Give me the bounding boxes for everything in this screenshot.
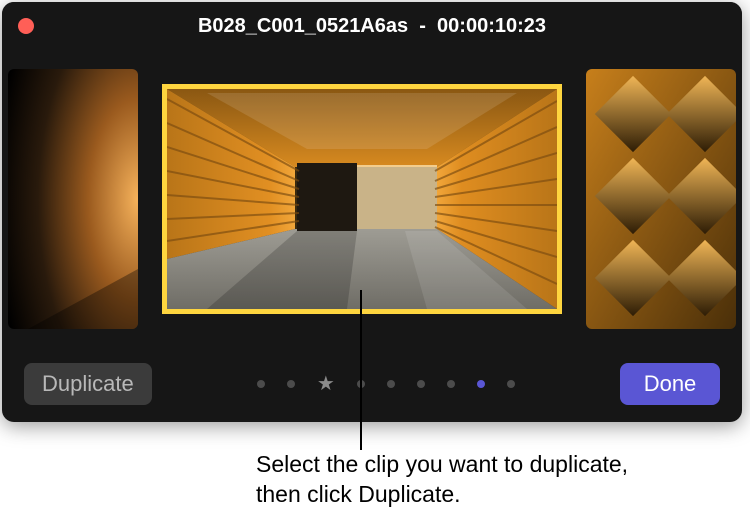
titlebar: B028_C001_0521A6as - 00:00:10:23 [2, 2, 742, 50]
selected-clip-thumbnail[interactable] [162, 84, 562, 314]
instruction-caption: Select the clip you want to duplicate, t… [256, 450, 676, 510]
pager-dot[interactable] [417, 380, 425, 388]
bottom-toolbar: Duplicate ★ Done [2, 356, 742, 412]
clip-carousel [2, 54, 742, 344]
clip-pager: ★ [152, 380, 620, 388]
favorite-star-icon[interactable]: ★ [317, 380, 335, 388]
pager-dot[interactable] [447, 380, 455, 388]
audition-window: B028_C001_0521A6as - 00:00:10:23 [2, 2, 742, 422]
pager-dot[interactable] [387, 380, 395, 388]
close-icon[interactable] [18, 18, 34, 34]
pager-dot-active[interactable] [477, 380, 485, 388]
pager-dot[interactable] [287, 380, 295, 388]
pager-dot[interactable] [507, 380, 515, 388]
prev-clip-thumbnail[interactable] [8, 69, 138, 329]
done-button[interactable]: Done [620, 363, 720, 405]
duplicate-button[interactable]: Duplicate [24, 363, 152, 405]
callout-line [360, 290, 362, 450]
next-clip-thumbnail[interactable] [586, 69, 736, 329]
window-title: B028_C001_0521A6as - 00:00:10:23 [198, 15, 546, 38]
pager-dot[interactable] [257, 380, 265, 388]
